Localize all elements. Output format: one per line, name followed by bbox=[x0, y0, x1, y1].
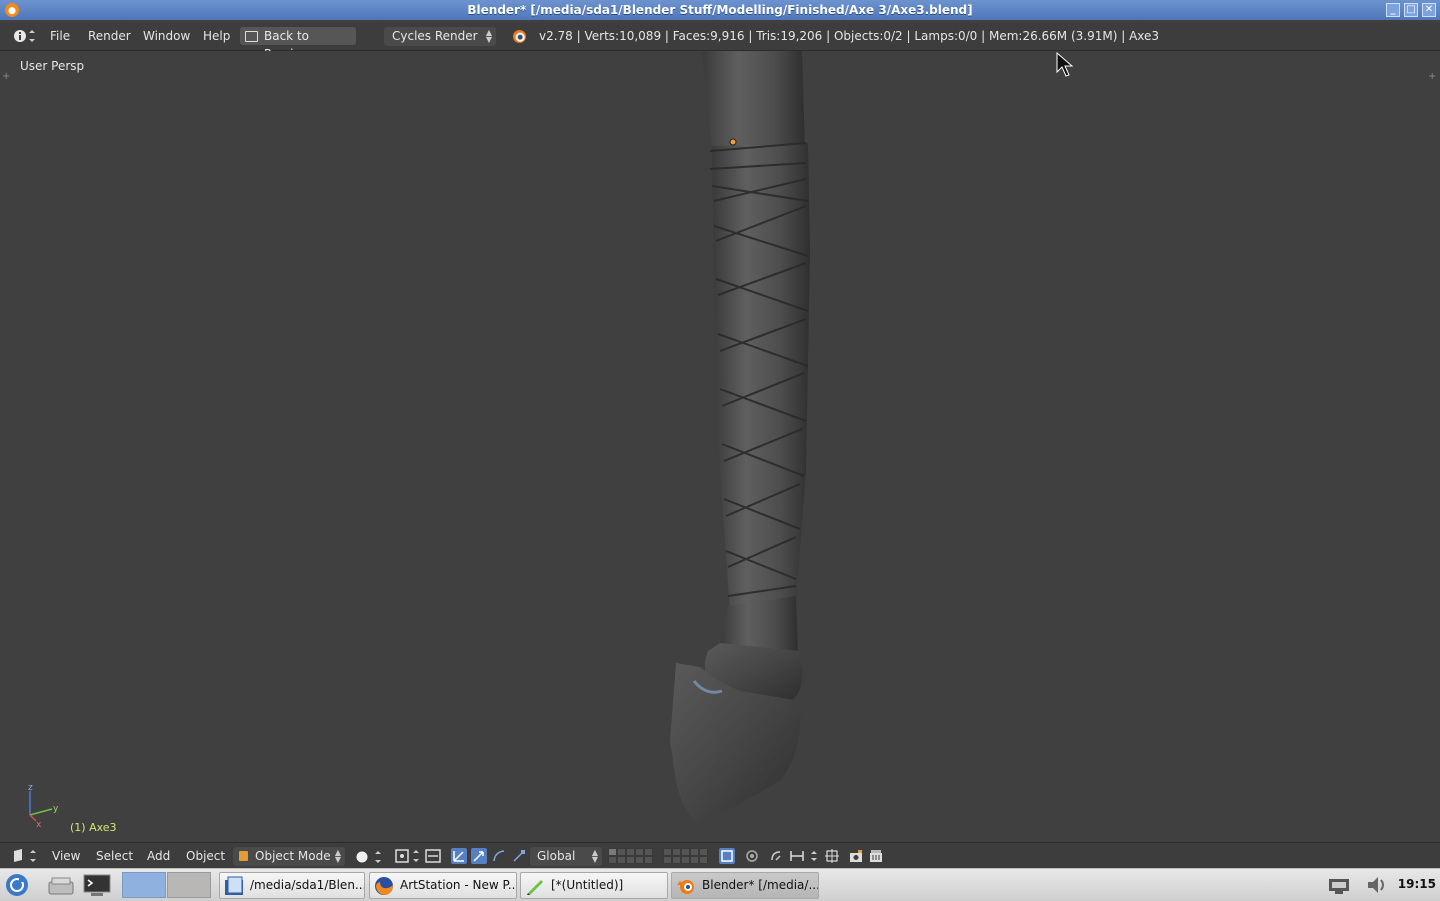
translate-manipulator-icon[interactable] bbox=[471, 848, 487, 864]
snap-element-select[interactable] bbox=[789, 848, 817, 864]
menu-select[interactable]: Select bbox=[96, 849, 133, 863]
task-firefox[interactable]: ArtStation - New P... bbox=[369, 872, 517, 899]
editor-type-selector[interactable] bbox=[9, 27, 37, 45]
workspace-1[interactable] bbox=[122, 872, 166, 898]
lock-camera-layers-icon[interactable] bbox=[719, 848, 735, 864]
info-header: File Render Window Help Back to Previous… bbox=[0, 23, 1440, 61]
viewport-shading-select[interactable] bbox=[351, 847, 385, 866]
workspace-2[interactable] bbox=[167, 872, 211, 898]
updown-arrows-icon: ▲ ▼ bbox=[591, 848, 598, 864]
menu-object[interactable]: Object bbox=[186, 849, 225, 863]
axis-x-label: x bbox=[36, 820, 42, 827]
3d-view-editor-icon[interactable] bbox=[10, 848, 38, 864]
updown-arrows-icon: ▲ ▼ bbox=[334, 848, 341, 864]
menu-file[interactable]: File bbox=[50, 29, 70, 43]
render-opengl-image-icon[interactable] bbox=[848, 848, 864, 864]
pivot-and-manipulator-icons[interactable] bbox=[394, 847, 444, 866]
desktop-taskbar: /media/sda1/Blen... ArtStation - New P..… bbox=[0, 868, 1440, 901]
proportional-editing-icon[interactable] bbox=[744, 848, 760, 864]
task-blender[interactable]: Blender* [/media/... bbox=[671, 872, 819, 899]
3d-view-header: View Select Add Object Object Mode ▲ ▼ Gl… bbox=[0, 842, 1440, 869]
task-label: [*(Untitled)] bbox=[551, 878, 624, 892]
maximize-button[interactable]: □ bbox=[1404, 3, 1418, 17]
menu-help[interactable]: Help bbox=[203, 29, 230, 43]
transform-orientation-value: Global bbox=[537, 849, 576, 863]
folder-icon bbox=[225, 876, 243, 895]
close-button[interactable]: ✕ bbox=[1422, 3, 1436, 17]
start-menu-icon[interactable] bbox=[2, 872, 32, 898]
menu-render[interactable]: Render bbox=[88, 29, 131, 43]
firefox-icon bbox=[375, 877, 393, 895]
task-label: Blender* [/media/... bbox=[702, 878, 819, 892]
info-icon bbox=[14, 30, 35, 42]
back-to-previous-button[interactable]: Back to Previous bbox=[240, 27, 356, 61]
3d-viewport[interactable]: User Persp + + z y x (1) Axe3 bbox=[0, 51, 1440, 842]
mouse-cursor-icon bbox=[1056, 52, 1074, 77]
menu-view[interactable]: View bbox=[52, 849, 80, 863]
window-title: Blender* [/media/sda1/Blender Stuff/Mode… bbox=[467, 3, 973, 17]
file-manager-launcher-icon[interactable] bbox=[46, 872, 76, 898]
axe-handle-model[interactable] bbox=[0, 51, 1440, 842]
axis-z-label: z bbox=[28, 783, 33, 793]
menu-add[interactable]: Add bbox=[147, 849, 170, 863]
minimize-button[interactable]: _ bbox=[1386, 3, 1400, 17]
transform-orientation-select[interactable]: Global ▲ ▼ bbox=[530, 847, 602, 866]
task-text-editor[interactable]: [*(Untitled)] bbox=[520, 872, 668, 899]
transform-manipulator-toggle[interactable] bbox=[451, 848, 467, 864]
blender-icon bbox=[677, 880, 694, 894]
render-opengl-animation-icon[interactable] bbox=[868, 848, 884, 864]
rotate-manipulator-icon[interactable] bbox=[491, 848, 507, 864]
object-origin-point bbox=[729, 138, 737, 146]
menu-window[interactable]: Window bbox=[143, 29, 190, 43]
object-mode-cube-icon bbox=[239, 851, 248, 861]
screen-back-icon bbox=[245, 31, 258, 42]
active-object-label: (1) Axe3 bbox=[70, 821, 117, 834]
clock: 19:15 bbox=[1397, 877, 1436, 891]
snap-toggle-icon[interactable] bbox=[768, 848, 784, 864]
axis-y-label: y bbox=[53, 804, 59, 814]
window-titlebar: Blender* [/media/sda1/Blender Stuff/Mode… bbox=[0, 0, 1440, 20]
snap-target-icon[interactable] bbox=[824, 848, 840, 864]
updown-arrows-icon: ▲ ▼ bbox=[485, 28, 492, 44]
task-label: ArtStation - New P... bbox=[400, 878, 517, 892]
volume-tray-icon[interactable] bbox=[1364, 873, 1390, 897]
terminal-launcher-icon[interactable] bbox=[82, 872, 112, 898]
scene-layers-group-2[interactable] bbox=[663, 848, 708, 864]
scene-layers-group-1[interactable] bbox=[608, 848, 653, 864]
scale-manipulator-icon[interactable] bbox=[511, 848, 527, 864]
task-file-manager[interactable]: /media/sda1/Blen... bbox=[219, 872, 365, 899]
render-engine-value: Cycles Render bbox=[392, 29, 478, 43]
network-tray-icon[interactable] bbox=[1326, 873, 1352, 897]
scene-stats: v2.78 | Verts:10,089 | Faces:9,916 | Tri… bbox=[539, 29, 1160, 43]
interaction-mode-select[interactable]: Object Mode ▲ ▼ bbox=[233, 847, 345, 866]
axis-gizmo: z y x bbox=[28, 783, 59, 827]
text-editor-icon bbox=[527, 880, 543, 895]
render-engine-select[interactable]: Cycles Render ▲ ▼ bbox=[384, 27, 496, 46]
task-label: /media/sda1/Blen... bbox=[250, 878, 365, 892]
interaction-mode-value: Object Mode bbox=[255, 849, 331, 863]
blender-logo-icon bbox=[513, 30, 526, 43]
